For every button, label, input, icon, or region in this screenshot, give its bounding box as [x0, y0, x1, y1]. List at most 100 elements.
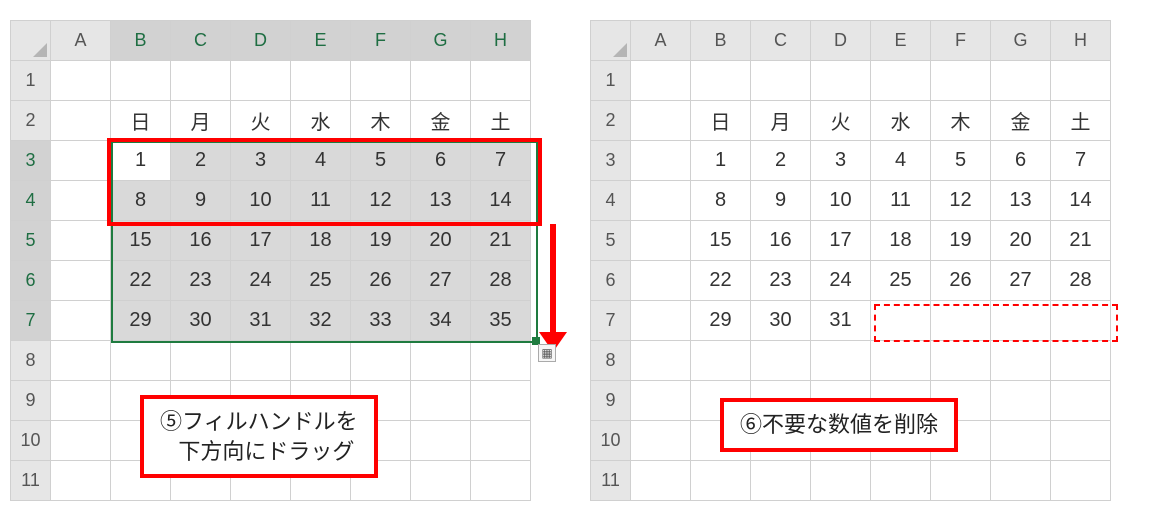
cell[interactable]: 15 — [111, 221, 171, 261]
cell[interactable]: 12 — [351, 181, 411, 221]
cell[interactable] — [631, 461, 691, 501]
cell[interactable]: 32 — [291, 301, 351, 341]
cell[interactable]: 15 — [691, 221, 751, 261]
cell[interactable]: 31 — [231, 301, 291, 341]
cell[interactable]: 18 — [871, 221, 931, 261]
cell[interactable] — [871, 61, 931, 101]
cell[interactable] — [631, 101, 691, 141]
cell[interactable] — [51, 381, 111, 421]
cell[interactable] — [1051, 421, 1111, 461]
cell[interactable] — [871, 461, 931, 501]
cell[interactable] — [631, 381, 691, 421]
cell[interactable] — [471, 61, 531, 101]
cell[interactable]: 5 — [931, 141, 991, 181]
cell[interactable]: 16 — [171, 221, 231, 261]
cell[interactable]: 26 — [351, 261, 411, 301]
cell-day[interactable]: 月 — [171, 101, 231, 141]
cell[interactable]: 13 — [411, 181, 471, 221]
row-hdr-2[interactable]: 2 — [11, 101, 51, 141]
cell[interactable]: 17 — [231, 221, 291, 261]
cell[interactable] — [231, 341, 291, 381]
cell[interactable] — [351, 61, 411, 101]
cell[interactable] — [411, 461, 471, 501]
cell[interactable] — [931, 461, 991, 501]
row-hdr-9[interactable]: 9 — [591, 381, 631, 421]
row-hdr-2[interactable]: 2 — [591, 101, 631, 141]
cell[interactable]: 28 — [471, 261, 531, 301]
cell[interactable] — [1051, 61, 1111, 101]
row-hdr-11[interactable]: 11 — [11, 461, 51, 501]
cell-day[interactable]: 水 — [871, 101, 931, 141]
col-hdr-G[interactable]: G — [991, 21, 1051, 61]
col-hdr-G[interactable]: G — [411, 21, 471, 61]
col-hdr-D[interactable]: D — [811, 21, 871, 61]
cell[interactable] — [811, 341, 871, 381]
cell[interactable] — [291, 61, 351, 101]
row-hdr-6[interactable]: 6 — [591, 261, 631, 301]
select-all-corner[interactable] — [11, 21, 51, 61]
cell[interactable]: 27 — [411, 261, 471, 301]
cell[interactable]: 6 — [991, 141, 1051, 181]
cell[interactable] — [691, 61, 751, 101]
cell[interactable]: 22 — [691, 261, 751, 301]
cell-day[interactable]: 土 — [471, 101, 531, 141]
cell[interactable]: 11 — [871, 181, 931, 221]
col-hdr-D[interactable]: D — [231, 21, 291, 61]
cell[interactable]: 28 — [1051, 261, 1111, 301]
cell[interactable]: 10 — [811, 181, 871, 221]
cell[interactable] — [631, 221, 691, 261]
cell[interactable] — [351, 341, 411, 381]
row-hdr-10[interactable]: 10 — [11, 421, 51, 461]
cell[interactable]: 3 — [231, 141, 291, 181]
row-hdr-7[interactable]: 7 — [591, 301, 631, 341]
cell[interactable]: 5 — [351, 141, 411, 181]
row-hdr-4[interactable]: 4 — [591, 181, 631, 221]
cell[interactable]: 7 — [471, 141, 531, 181]
cell[interactable] — [871, 301, 931, 341]
cell[interactable]: 3 — [811, 141, 871, 181]
cell[interactable]: 12 — [931, 181, 991, 221]
cell[interactable]: 7 — [1051, 141, 1111, 181]
cell[interactable] — [471, 421, 531, 461]
cell[interactable]: 20 — [411, 221, 471, 261]
cell-day[interactable]: 金 — [411, 101, 471, 141]
cell[interactable] — [751, 341, 811, 381]
cell[interactable]: 26 — [931, 261, 991, 301]
cell[interactable] — [631, 61, 691, 101]
cell-day[interactable]: 日 — [691, 101, 751, 141]
cell[interactable] — [631, 341, 691, 381]
cell[interactable] — [411, 421, 471, 461]
cell[interactable]: 9 — [171, 181, 231, 221]
cell[interactable]: 13 — [991, 181, 1051, 221]
cell[interactable]: 8 — [691, 181, 751, 221]
cell[interactable] — [171, 341, 231, 381]
cell-day[interactable]: 水 — [291, 101, 351, 141]
col-hdr-F[interactable]: F — [931, 21, 991, 61]
select-all-corner[interactable] — [591, 21, 631, 61]
cell[interactable]: 1 — [691, 141, 751, 181]
cell[interactable]: 34 — [411, 301, 471, 341]
cell[interactable]: 29 — [111, 301, 171, 341]
cell[interactable] — [811, 61, 871, 101]
cell[interactable]: 22 — [111, 261, 171, 301]
row-hdr-4[interactable]: 4 — [11, 181, 51, 221]
cell[interactable]: 27 — [991, 261, 1051, 301]
row-hdr-8[interactable]: 8 — [591, 341, 631, 381]
cell[interactable] — [991, 61, 1051, 101]
cell[interactable] — [691, 461, 751, 501]
row-hdr-3[interactable]: 3 — [11, 141, 51, 181]
col-hdr-C[interactable]: C — [171, 21, 231, 61]
row-hdr-3[interactable]: 3 — [591, 141, 631, 181]
row-hdr-6[interactable]: 6 — [11, 261, 51, 301]
cell[interactable]: 24 — [231, 261, 291, 301]
cell[interactable]: 9 — [751, 181, 811, 221]
cell[interactable]: 17 — [811, 221, 871, 261]
cell[interactable]: 30 — [751, 301, 811, 341]
cell[interactable]: 2 — [751, 141, 811, 181]
cell[interactable] — [1051, 341, 1111, 381]
cell[interactable]: 33 — [351, 301, 411, 341]
cell[interactable]: 11 — [291, 181, 351, 221]
cell[interactable] — [931, 341, 991, 381]
cell[interactable] — [631, 141, 691, 181]
cell[interactable]: 35 — [471, 301, 531, 341]
